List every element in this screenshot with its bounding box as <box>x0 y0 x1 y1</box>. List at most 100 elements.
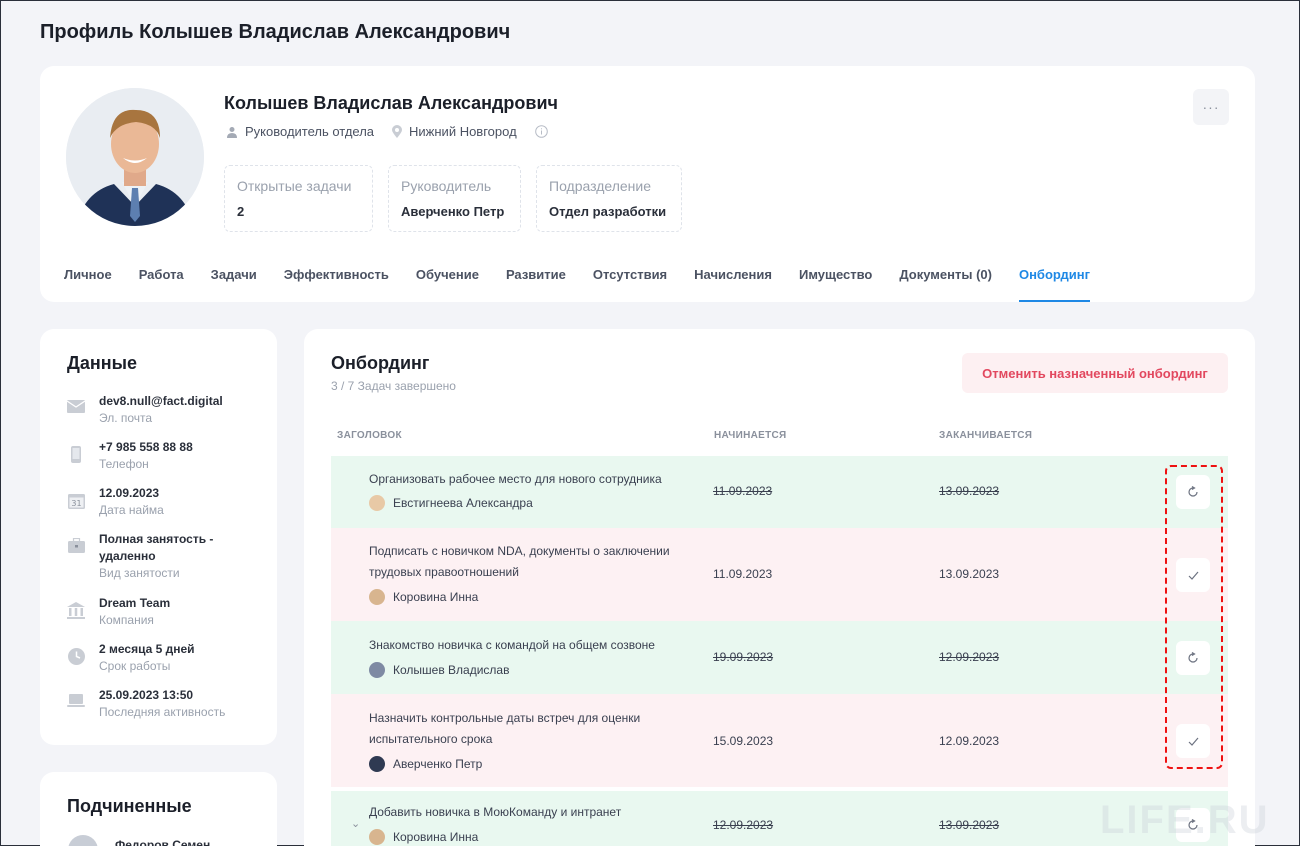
task-assignee: Аверченко Петр <box>369 756 482 772</box>
avatar <box>369 829 385 845</box>
location: Нижний Новгород <box>392 124 517 139</box>
info-open-tasks[interactable]: Открытые задачи 2 <box>224 165 373 232</box>
more-options-button[interactable]: ··· <box>1193 89 1229 125</box>
task-end-date: 13.09.2023 <box>939 818 1000 832</box>
laptop-icon <box>67 694 85 707</box>
task-title: Назначить контрольные даты встреч для оц… <box>369 711 641 746</box>
data-row-hire-date: 31 12.09.2023 Дата найма <box>67 485 164 517</box>
calendar-icon: 31 <box>67 494 85 509</box>
tab-onboarding[interactable]: Онбординг <box>1018 266 1091 302</box>
assignee-name: Евстигнеева Александра <box>393 496 533 510</box>
task-assignee: Коровина Инна <box>369 589 478 605</box>
data-label: Последняя активность <box>99 705 226 719</box>
data-label: Срок работы <box>99 659 171 673</box>
task-title: Организовать рабочее место для нового со… <box>369 472 662 486</box>
task-end-date: 12.09.2023 <box>939 734 1000 748</box>
tab-documents[interactable]: Документы (0) <box>899 266 992 302</box>
position-label: Руководитель отдела <box>245 124 375 139</box>
data-value: 12.09.2023 <box>99 486 160 500</box>
tab-absences[interactable]: Отсутствия <box>593 266 667 302</box>
complete-button[interactable] <box>1176 724 1210 758</box>
check-icon <box>1188 737 1198 746</box>
table-row[interactable]: Знакомство новичка с командой на общем с… <box>331 621 1228 694</box>
table-row[interactable]: ⌄ Добавить новичка в МоюКоманду и интран… <box>331 791 1228 846</box>
data-row-company: Dream Team Компания <box>67 595 170 627</box>
briefcase-icon <box>67 538 85 553</box>
data-label: Телефон <box>99 457 149 471</box>
bank-icon <box>67 602 85 619</box>
mail-icon <box>67 400 85 413</box>
undo-button[interactable] <box>1176 475 1210 509</box>
data-row-tenure: 2 месяца 5 дней Срок работы <box>67 641 195 673</box>
table-row[interactable]: Организовать рабочее место для нового со… <box>331 456 1228 528</box>
location-label: Нижний Новгород <box>409 124 517 139</box>
data-label: Вид занятости <box>99 566 180 580</box>
data-card: Данные dev8.null@fact.digital Эл. почта +… <box>40 329 277 745</box>
subordinate-name[interactable]: Федоров Семен <box>115 838 210 846</box>
info-value: Отдел разработки <box>549 204 667 219</box>
onboarding-title: Онбординг <box>331 353 430 373</box>
person-icon <box>227 126 237 138</box>
task-title: Добавить новичка в МоюКоманду и интранет <box>369 805 622 819</box>
tab-efficiency[interactable]: Эффективность <box>284 266 389 302</box>
table-row[interactable]: Назначить контрольные даты встреч для оц… <box>331 694 1228 787</box>
data-value: 25.09.2023 13:50 <box>99 688 194 702</box>
profile-name: Колышев Владислав Александрович <box>224 93 558 113</box>
column-header-start[interactable]: НАЧИНАЕТСЯ <box>714 430 787 441</box>
cancel-onboarding-button[interactable]: Отменить назначенный онбординг <box>962 353 1228 393</box>
assignee-name: Аверченко Петр <box>393 757 483 771</box>
info-value: 2 <box>237 204 245 219</box>
task-title: Подписать с новичком NDA, документы о за… <box>369 544 670 579</box>
info-label: Подразделение <box>549 178 652 194</box>
task-start-date: 12.09.2023 <box>713 818 774 832</box>
data-row-phone: +7 985 558 88 88 Телефон <box>67 439 193 471</box>
info-icon[interactable] <box>534 125 555 138</box>
info-department[interactable]: Подразделение Отдел разработки <box>536 165 682 232</box>
undo-button[interactable] <box>1176 641 1210 675</box>
svg-text:31: 31 <box>71 499 81 508</box>
info-label: Руководитель <box>401 178 492 194</box>
task-assignee: Евстигнеева Александра <box>369 495 533 511</box>
info-label: Открытые задачи <box>237 178 352 194</box>
profile-tabs: Личное Работа Задачи Эффективность Обуче… <box>64 266 1117 302</box>
task-end-date: 13.09.2023 <box>939 484 1000 498</box>
assignee-name: Коровина Инна <box>393 830 479 844</box>
data-label: Компания <box>99 613 154 627</box>
profile-meta: Руководитель отдела Нижний Новгород <box>226 124 573 139</box>
task-end-date: 13.09.2023 <box>939 567 1000 581</box>
undo-icon <box>1188 486 1198 497</box>
tab-accruals[interactable]: Начисления <box>694 266 772 302</box>
tab-work[interactable]: Работа <box>139 266 184 302</box>
onboarding-progress: 3 / 7 Задач завершено <box>331 379 456 393</box>
watermark: LIFE.RU <box>1100 798 1270 842</box>
data-row-email: dev8.null@fact.digital Эл. почта <box>67 393 223 425</box>
task-start-date: 11.09.2023 <box>713 567 773 581</box>
avatar <box>66 88 204 226</box>
tab-tasks[interactable]: Задачи <box>211 266 257 302</box>
page-title: Профиль Колышев Владислав Александрович <box>40 21 511 43</box>
check-icon <box>1188 571 1198 580</box>
task-assignee: Колышев Владислав <box>369 662 509 678</box>
tab-development[interactable]: Развитие <box>506 266 566 302</box>
tab-property[interactable]: Имущество <box>799 266 872 302</box>
task-title: Знакомство новичка с командой на общем с… <box>369 638 655 652</box>
table-row[interactable]: Подписать с новичком NDA, документы о за… <box>331 528 1228 621</box>
column-header-end[interactable]: ЗАКАНЧИВАЕТСЯ <box>939 430 1032 441</box>
task-start-date: 19.09.2023 <box>713 650 774 664</box>
assignee-name: Коровина Инна <box>393 590 479 604</box>
info-manager[interactable]: Руководитель Аверченко Петр <box>388 165 521 232</box>
data-card-title: Данные <box>67 353 137 373</box>
position: Руководитель отдела <box>226 124 374 139</box>
assignee-name: Колышев Владислав <box>393 663 510 677</box>
column-header-title[interactable]: ЗАГОЛОВОК <box>337 430 402 441</box>
data-value[interactable]: dev8.null@fact.digital <box>99 393 223 410</box>
avatar <box>369 662 385 678</box>
tab-learning[interactable]: Обучение <box>416 266 479 302</box>
complete-button[interactable] <box>1176 558 1210 592</box>
chevron-down-icon[interactable]: ⌄ <box>351 817 360 830</box>
tab-personal[interactable]: Личное <box>64 266 112 302</box>
task-start-date: 15.09.2023 <box>713 734 774 748</box>
avatar <box>369 589 385 605</box>
info-value: Аверченко Петр <box>401 204 505 219</box>
data-value[interactable]: +7 985 558 88 88 <box>99 439 193 456</box>
